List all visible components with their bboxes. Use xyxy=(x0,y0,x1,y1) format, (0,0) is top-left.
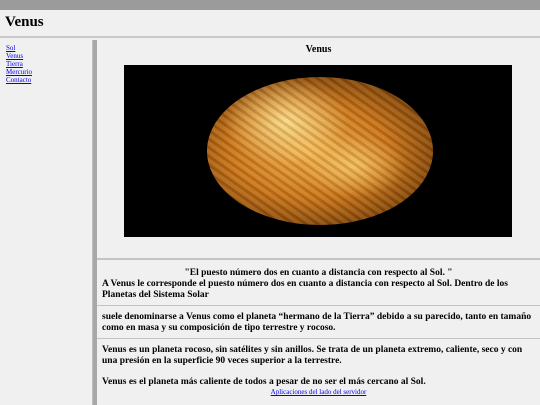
top-bar xyxy=(0,0,540,10)
nav-item-sol: Sol xyxy=(6,44,92,52)
nav-item-venus: Venus xyxy=(6,52,92,60)
text-section: "El puesto número dos en cuanto a distan… xyxy=(97,262,540,405)
nav-item-contacto: Contacto xyxy=(6,76,92,84)
footer-link[interactable]: Aplicaciones del lado del servidor xyxy=(271,388,367,396)
paragraph-1: A Venus le corresponde el puesto número … xyxy=(102,279,508,300)
nav-link-contacto[interactable]: Contacto xyxy=(6,76,31,84)
venus-planet-graphic xyxy=(207,77,433,225)
quote-heading: "El puesto número dos en cuanto a distan… xyxy=(184,268,453,278)
nav-link-sol[interactable]: Sol xyxy=(6,44,15,52)
nav-item-mercurio: Mercurio xyxy=(6,68,92,76)
separator-1 xyxy=(97,305,540,306)
separator-2 xyxy=(97,338,540,339)
image-section: Venus xyxy=(97,40,540,260)
sidebar-nav: Sol Venus Tierra Mercurio Contacto xyxy=(0,40,93,405)
page-title: Venus xyxy=(5,14,44,30)
main-content: Venus "El puesto número dos en cuanto a … xyxy=(97,40,540,405)
nav-link-mercurio[interactable]: Mercurio xyxy=(6,68,32,76)
footer: Aplicaciones del lado del servidor xyxy=(97,387,540,398)
paragraph-2: suele denominarse a Venus como el planet… xyxy=(102,312,532,333)
nav-item-tierra: Tierra xyxy=(6,60,92,68)
paragraph-3: Venus es un planeta rocoso, sin satélite… xyxy=(102,345,523,366)
page-header: Venus xyxy=(0,10,540,38)
nav-link-venus[interactable]: Venus xyxy=(6,52,23,60)
venus-image xyxy=(124,65,512,237)
nav-list: Sol Venus Tierra Mercurio Contacto xyxy=(0,40,92,84)
nav-link-tierra[interactable]: Tierra xyxy=(6,60,23,68)
image-title: Venus xyxy=(305,44,332,55)
